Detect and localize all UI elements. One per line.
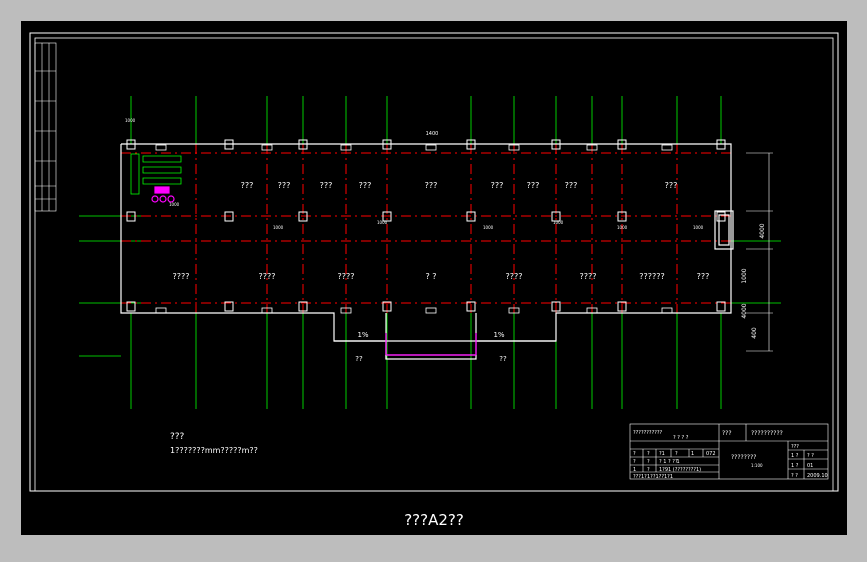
- axis-grid-lines: [79, 96, 781, 409]
- title-block-cell: ?1: [659, 451, 665, 457]
- dim-label: 1000: [553, 220, 564, 225]
- dim-label: 1000: [483, 225, 494, 230]
- tb-project: ??????????: [751, 430, 783, 437]
- notes-body: 1???????mm?????m??: [170, 446, 258, 455]
- dim-label: 1000: [693, 225, 704, 230]
- notes-title: ???: [170, 432, 185, 442]
- inner-frame: [34, 37, 834, 492]
- room-label: ????: [338, 272, 355, 281]
- room-label: ????: [173, 272, 190, 281]
- room-label: ??????: [639, 272, 664, 281]
- room-label: ???: [359, 181, 372, 190]
- room-label: ????: [259, 272, 276, 281]
- entry-slope-left: 1%: [357, 331, 368, 339]
- room-labels-bottom: ???????????? ? ??????????????????: [173, 272, 710, 281]
- room-label: ???: [491, 181, 504, 190]
- red-axis-lines: [121, 144, 731, 313]
- dim-label: 1000: [273, 225, 284, 230]
- room-label: ???: [320, 181, 333, 190]
- entry-label-right: ??: [499, 355, 507, 363]
- dim-label: 1000: [377, 220, 388, 225]
- dim-label: 1000: [617, 225, 628, 230]
- room-labels-top: ???????????????????????????: [241, 181, 678, 190]
- dim-right-2: 1000: [741, 268, 748, 283]
- window: [661, 144, 673, 151]
- room-label: ????: [506, 272, 523, 281]
- right-dimension-chain: [746, 152, 773, 352]
- entry-label-left: ??: [355, 355, 363, 363]
- title-block-cell: ???: [791, 444, 799, 450]
- title-block-cell: 1??1??1?1: [647, 474, 673, 480]
- title-block-cell: 1 ?: [791, 453, 799, 459]
- room-label: ????: [580, 272, 597, 281]
- title-block-cell: ? ?: [807, 453, 814, 459]
- tb-drawing-name: ????????: [731, 454, 756, 461]
- title-block-cell: 2009.10: [807, 473, 828, 479]
- room-label: ???: [241, 181, 254, 190]
- room-label: ???: [697, 272, 710, 281]
- title-block-cell: 01: [807, 463, 813, 469]
- room-label: ???: [565, 181, 578, 190]
- dim-top: 1400: [426, 131, 439, 137]
- columns: [126, 139, 726, 312]
- dim-right-4: 400: [751, 327, 758, 339]
- cad-viewport: 1000 1000 1000 1000 1000 1000 1000 1000 ???????…: [21, 21, 847, 535]
- title-block-cell: 1: [691, 451, 694, 457]
- window: [425, 144, 437, 151]
- title-block-cell: 1: [633, 467, 636, 473]
- dim-right-1: 4000: [759, 223, 766, 238]
- title-block-cell: ? ?: [791, 473, 798, 479]
- room-label: ? ?: [425, 272, 436, 281]
- room-label: ???: [425, 181, 438, 190]
- tb-scale: 1:100: [751, 463, 763, 468]
- window: [425, 307, 437, 314]
- window: [155, 144, 167, 151]
- tb-field-a: ???: [722, 430, 732, 437]
- entrance-markers: [151, 186, 477, 356]
- title-block-cell: ?: [633, 451, 636, 457]
- tb-company-logo: ???????????: [633, 430, 663, 436]
- room-label: ???: [665, 181, 678, 190]
- title-block-cell: 1 ?: [791, 463, 799, 469]
- dim-right-3: 4000: [741, 303, 748, 318]
- drawing-caption: ???A2??: [404, 511, 464, 529]
- outer-frame: [29, 32, 839, 492]
- entry-slope-right: 1%: [493, 331, 504, 339]
- dim-label: 1000: [125, 118, 136, 123]
- floor-plan-drawing: 1000 1000 1000 1000 1000 1000 1000 1000 ???????…: [29, 32, 839, 492]
- building-walls: [120, 143, 734, 360]
- title-block-cell: ?: [675, 459, 678, 465]
- title-block-cell: 1?91 (????????1): [659, 467, 701, 473]
- dim-label: 1000: [169, 202, 180, 207]
- room-label: ???: [527, 181, 540, 190]
- title-block-cell: ?: [647, 467, 650, 473]
- title-block-cell: ?: [647, 451, 650, 457]
- windows: [155, 144, 673, 314]
- window: [155, 307, 167, 314]
- left-title-strip: [34, 42, 57, 212]
- tb-company-sub: ? ? ? ?: [673, 435, 689, 441]
- title-block-cell: ?: [647, 459, 650, 465]
- dimension-labels: 1000 1000 1000 1000 1000 1000 1000 1000: [125, 118, 704, 230]
- title-block-cell: ?: [633, 459, 636, 465]
- title-block-cell: 072: [706, 451, 716, 457]
- room-label: ???: [278, 181, 291, 190]
- title-block-cell: ???1?: [633, 474, 647, 480]
- title-block-cell: ?: [675, 451, 678, 457]
- window: [661, 307, 673, 314]
- title-block-rows: ?? ?1? 1 072??? 1 ? ? 1?1? 1?91 (????????1)?…: [633, 444, 828, 480]
